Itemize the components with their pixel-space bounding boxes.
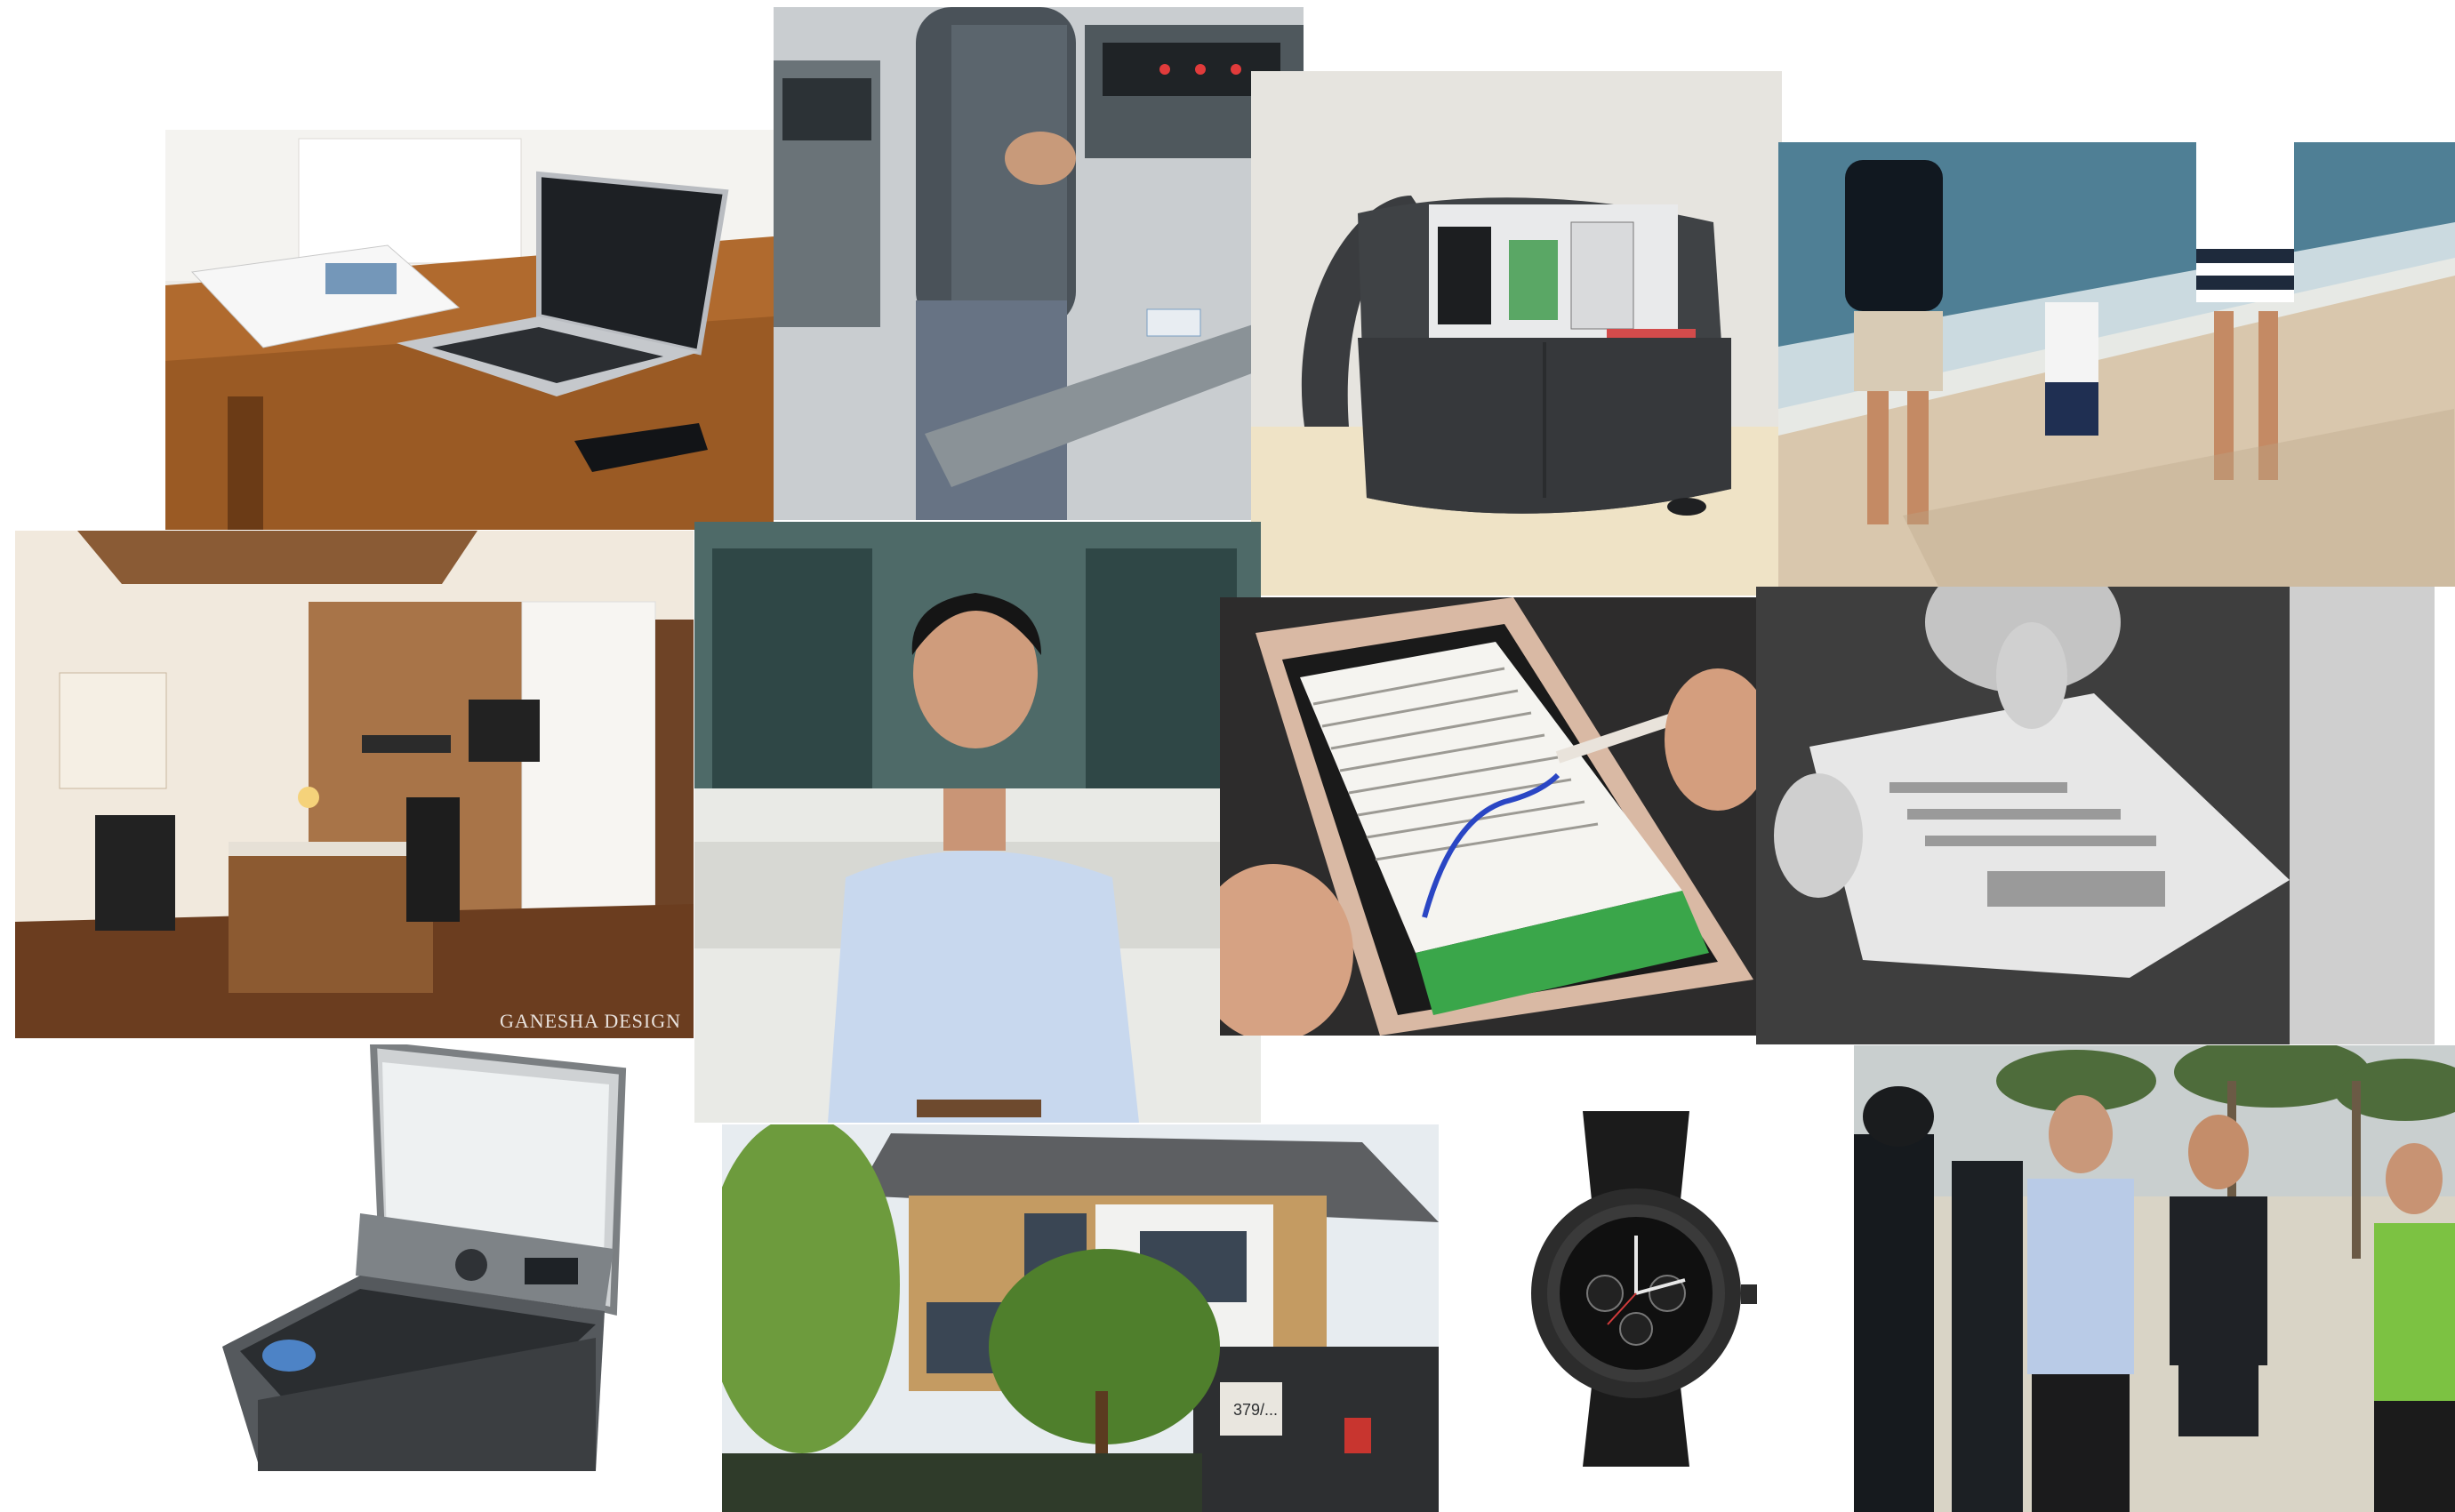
photo-beach-family [1778, 142, 2455, 587]
photo-newspaper [1756, 587, 2435, 1044]
photo-treadmill [774, 7, 1304, 520]
photo-laptop-desk [165, 130, 774, 530]
photo-washing-machine [205, 1044, 631, 1480]
photo-wristwatch [1503, 1102, 1769, 1476]
photo-home-office: GANESHA DESIGN [15, 531, 694, 1038]
photo-phone-stylus [1220, 597, 1762, 1036]
photo-messenger-bag [1251, 71, 1782, 596]
photo-portrait-man [694, 522, 1261, 1123]
watermark: GANESHA DESIGN [499, 1010, 681, 1032]
photo-two-storey-house: 379/... [722, 1124, 1439, 1512]
house-number-plate: 379/... [1233, 1401, 1278, 1419]
photo-street-group [1854, 1045, 2455, 1512]
